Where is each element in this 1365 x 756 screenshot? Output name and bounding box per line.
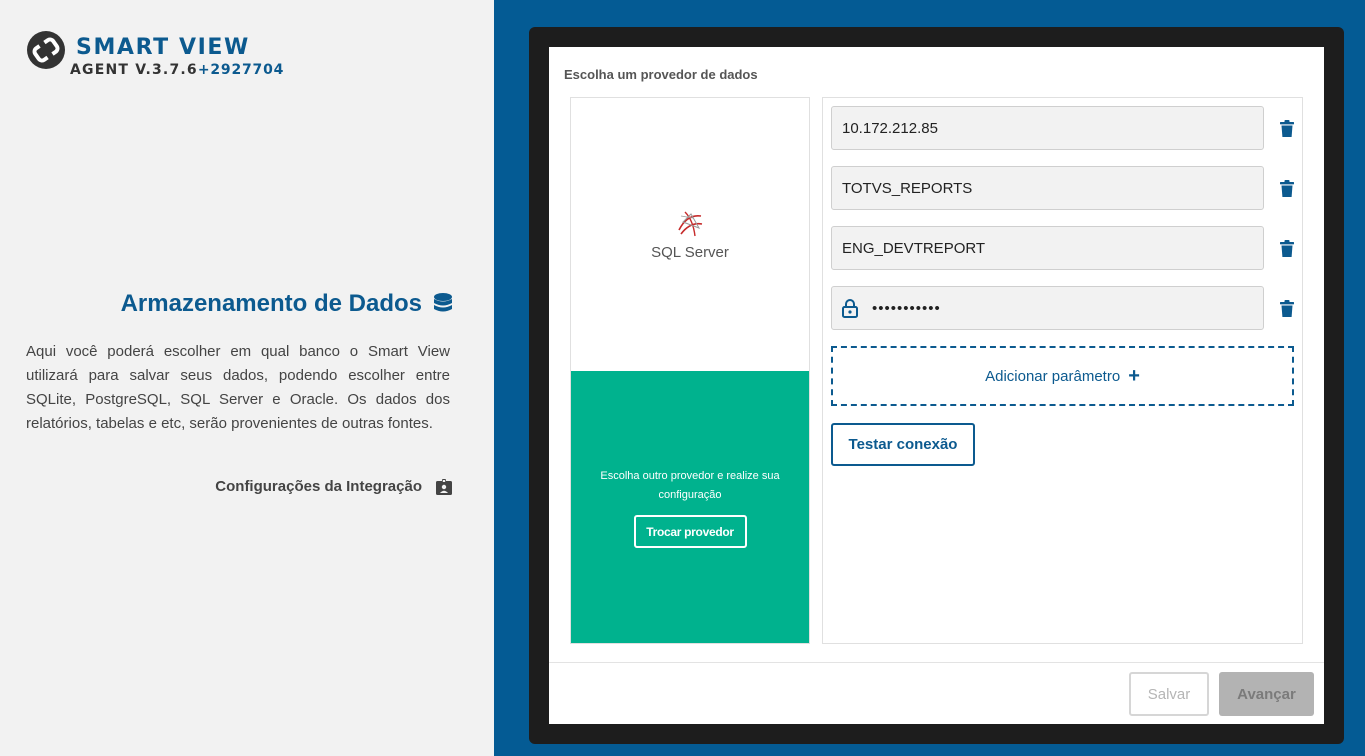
plus-icon: +	[1128, 365, 1140, 387]
provider-panel: SQL Server Escolha outro provedor e real…	[570, 97, 810, 644]
test-connection-button[interactable]: Testar conexão	[831, 423, 975, 466]
storage-description: Aqui você poderá escolher em qual banco …	[26, 343, 450, 432]
add-parameter-label: Adicionar parâmetro	[985, 367, 1121, 385]
database-icon	[434, 293, 452, 312]
save-button[interactable]: Salvar	[1129, 672, 1209, 716]
build-number: +2927704	[197, 62, 285, 78]
param-user-input[interactable]: ENG_DEVTREPORT	[831, 226, 1264, 270]
brand-name: SMART VIEW	[76, 35, 250, 60]
sql-server-icon	[678, 211, 703, 237]
trash-icon[interactable]	[1280, 239, 1294, 257]
lock-icon	[842, 299, 858, 318]
choose-provider-label: Escolha um provedor de dados	[564, 67, 758, 82]
app-logo: SMART VIEW AGENT V.3.7.6+2927704	[26, 30, 284, 77]
totvs-logo-icon	[27, 31, 65, 69]
agent-label: AGENT V.3.7.6	[70, 62, 198, 78]
param-database-input[interactable]: TOTVS_REPORTS	[831, 166, 1264, 210]
id-badge-icon	[436, 478, 452, 495]
param-row: ENG_DEVTREPORT	[831, 226, 1297, 270]
info-panel: SMART VIEW AGENT V.3.7.6+2927704 Armazen…	[0, 0, 494, 756]
param-row: 10.172.212.85	[831, 106, 1297, 150]
trash-icon[interactable]	[1280, 299, 1294, 317]
param-row: TOTVS_REPORTS	[831, 166, 1297, 210]
change-provider-area: Escolha outro provedor e realize sua con…	[571, 371, 809, 643]
password-value: •••••••••••	[872, 299, 941, 317]
integration-settings-label: Configurações da Integração	[215, 478, 422, 495]
footer-divider	[549, 662, 1324, 663]
selected-provider: SQL Server	[571, 98, 809, 371]
swap-provider-button[interactable]: Trocar provedor	[633, 515, 747, 548]
integration-settings-link[interactable]: Configurações da Integração	[26, 478, 452, 495]
next-button[interactable]: Avançar	[1219, 672, 1314, 716]
param-password-input[interactable]: •••••••••••	[831, 286, 1264, 330]
connection-params-panel: 10.172.212.85 TOTVS_REPORTS ENG_DEVTREPO…	[822, 97, 1303, 644]
agent-version: AGENT V.3.7.6+2927704	[70, 63, 284, 77]
add-parameter-button[interactable]: Adicionar parâmetro +	[831, 346, 1294, 406]
storage-title-text: Armazenamento de Dados	[120, 290, 422, 317]
param-host-input[interactable]: 10.172.212.85	[831, 106, 1264, 150]
trash-icon[interactable]	[1280, 119, 1294, 137]
trash-icon[interactable]	[1280, 179, 1294, 197]
storage-title: Armazenamento de Dados	[26, 290, 452, 318]
data-provider-card: Escolha um provedor de dados SQL Server …	[549, 47, 1324, 724]
provider-name: SQL Server	[651, 244, 729, 261]
param-row: •••••••••••	[831, 286, 1297, 330]
change-provider-hint: Escolha outro provedor e realize sua con…	[600, 470, 780, 501]
